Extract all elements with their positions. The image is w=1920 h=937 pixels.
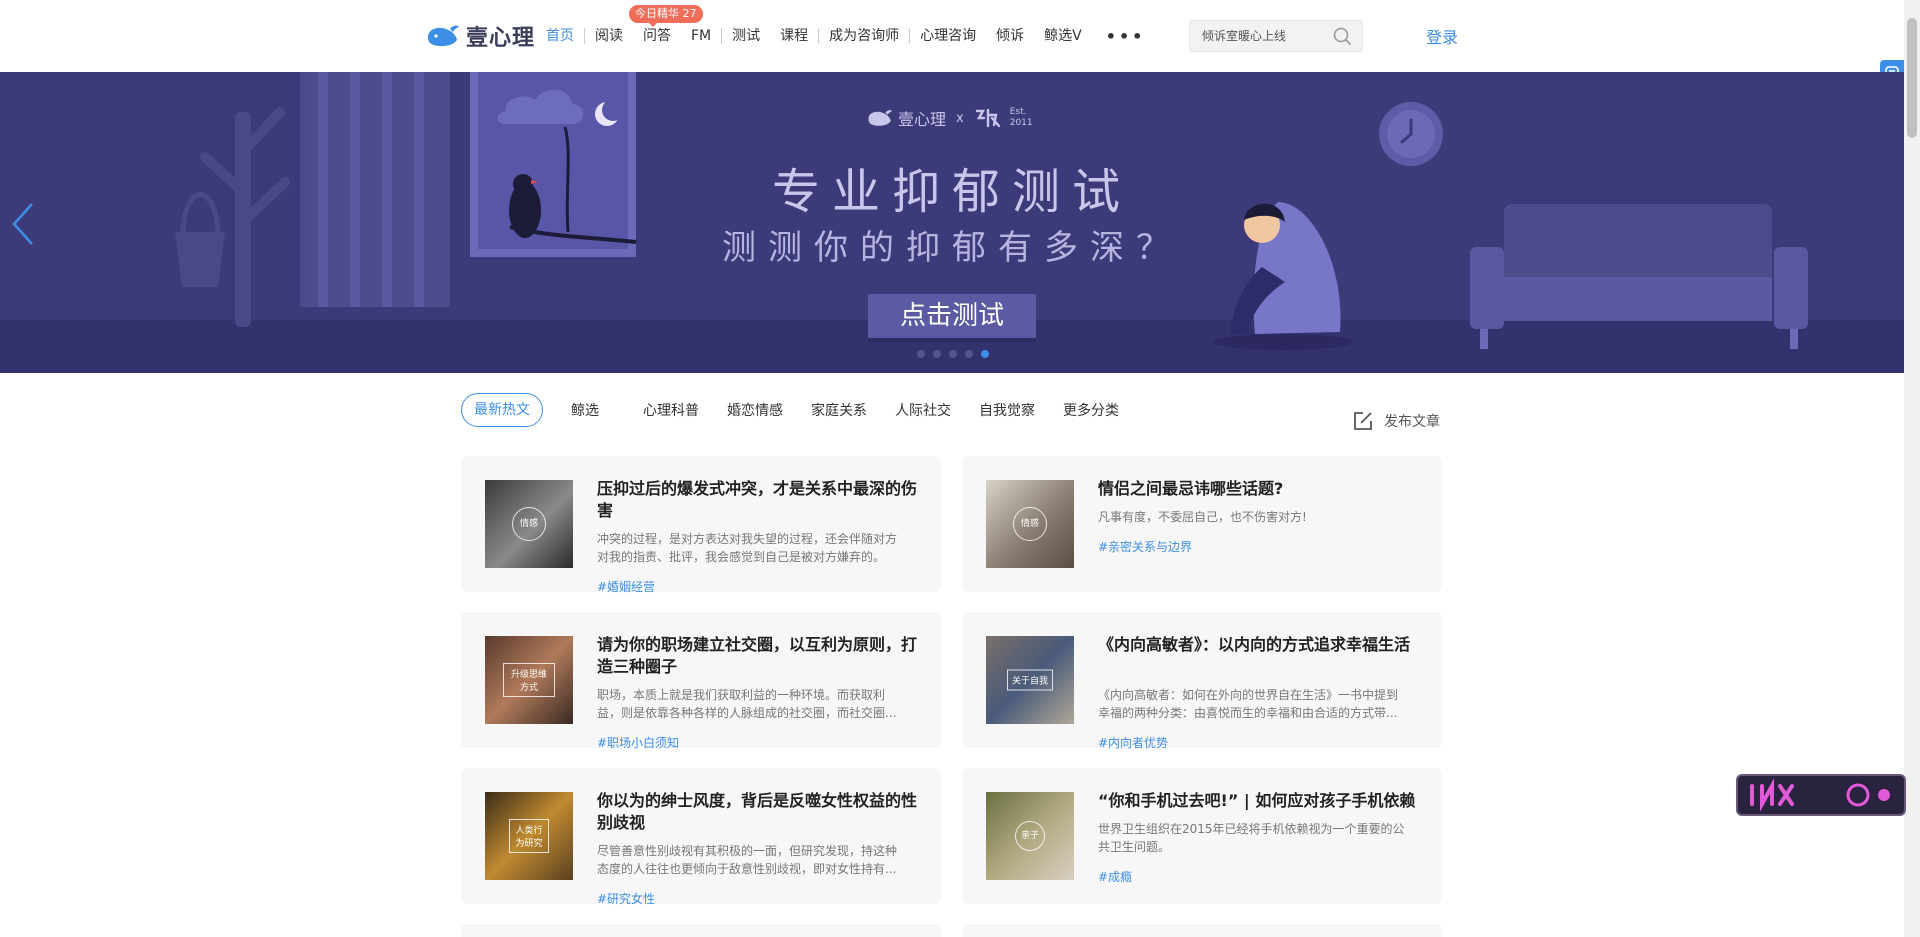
article-card[interactable]: 升级思维方式 请为你的职场建立社交圈，以互利为原则，打造三种圈子 职场，本质上就… bbox=[461, 612, 941, 751]
tab-self-awareness[interactable]: 自我觉察 bbox=[979, 400, 1035, 420]
nav-read[interactable]: 阅读 bbox=[585, 22, 633, 50]
tab-more-categories[interactable]: 更多分类 bbox=[1063, 400, 1119, 420]
nav-test[interactable]: 测试 bbox=[722, 22, 770, 50]
search-icon[interactable] bbox=[1332, 26, 1352, 46]
article-title[interactable]: 压抑过后的爆发式冲突，才是关系中最深的伤害 bbox=[597, 478, 917, 522]
article-title[interactable]: 请为你的职场建立社交圈，以互利为原则，打造三种圈子 bbox=[597, 634, 917, 678]
article-summary: 《内向高敏者：如何在外向的世界自在生活》一书中提到幸福的两种分类：由喜悦而生的幸… bbox=[1098, 688, 1399, 720]
article-thumbnail: 关于自我 bbox=[986, 636, 1074, 724]
nav-confide[interactable]: 倾诉 bbox=[986, 22, 1034, 50]
publish-article-button[interactable]: 发布文章 bbox=[1352, 410, 1440, 432]
article-title[interactable]: “你和手机过去吧!” | 如何应对孩子手机依赖 bbox=[1098, 790, 1418, 812]
banner-brand: 壹心理 x Est. 2011 bbox=[866, 106, 1033, 130]
scrollbar-thumb[interactable] bbox=[1907, 18, 1917, 138]
article-title[interactable]: 《内向高敏者》：以内向的方式追求幸福生活 bbox=[1098, 634, 1418, 656]
article-summary: 尽管善意性别歧视有其积极的一面，但研究发现，持这种态度的人往往也更倾向于敌意性别… bbox=[597, 844, 898, 876]
carousel-dot[interactable] bbox=[917, 350, 925, 358]
article-card[interactable]: 情感 情侣之间最忌讳哪些话题? 凡事有度，不委屈自己，也不伤害对方! #亲密关系… bbox=[962, 456, 1442, 592]
est-line-2: 2011 bbox=[1009, 118, 1033, 128]
article-thumbnail: 情感 bbox=[485, 480, 573, 568]
article-thumbnail: 升级思维方式 bbox=[485, 636, 573, 724]
article-card[interactable] bbox=[962, 924, 1442, 937]
tab-love[interactable]: 婚恋情感 bbox=[727, 400, 783, 420]
nav-become-counselor[interactable]: 成为咨询师 bbox=[819, 22, 909, 50]
article-card[interactable]: 亲子 “你和手机过去吧!” | 如何应对孩子手机依赖 世界卫生组织在2015年已… bbox=[962, 768, 1442, 904]
article-thumbnail: 亲子 bbox=[986, 792, 1074, 880]
login-link[interactable]: 登录 bbox=[1426, 24, 1458, 48]
carousel-dot[interactable] bbox=[949, 350, 957, 358]
thumbnail-label: 情感 bbox=[1013, 507, 1047, 541]
banner-title: 专业抑郁测试 bbox=[771, 164, 1132, 220]
article-thumbnail: 情感 bbox=[986, 480, 1074, 568]
article-tag[interactable]: #职场小白须知 bbox=[597, 734, 679, 751]
article-card[interactable] bbox=[461, 924, 941, 937]
banner-est: Est. 2011 bbox=[1010, 107, 1033, 129]
carousel-dot[interactable] bbox=[965, 350, 973, 358]
article-card[interactable]: 关于自我 《内向高敏者》：以内向的方式追求幸福生活 《内向高敏者：如何在外向的世… bbox=[962, 612, 1442, 751]
nav-home[interactable]: 首页 bbox=[536, 22, 584, 50]
thumbnail-label: 亲子 bbox=[1015, 821, 1045, 851]
nav-jingxuan-v[interactable]: 鲸选V bbox=[1034, 22, 1092, 50]
daily-essence-badge: 今日精华 27 bbox=[629, 5, 703, 27]
thumbnail-label: 关于自我 bbox=[1006, 669, 1054, 691]
thumbnail-label: 人类行为研究 bbox=[509, 819, 549, 853]
game-badge-icon bbox=[1750, 778, 1890, 812]
tab-jingxuan[interactable]: 鲸选 bbox=[571, 400, 599, 420]
article-tag[interactable]: #成瘾 bbox=[1098, 868, 1132, 885]
article-tag[interactable]: #内向者优势 bbox=[1098, 734, 1168, 751]
nav-fm[interactable]: FM bbox=[681, 22, 721, 50]
thumbnail-label: 情感 bbox=[512, 507, 546, 541]
carousel-indicators bbox=[917, 350, 989, 358]
carousel-dot[interactable] bbox=[933, 350, 941, 358]
whale-logo-icon bbox=[428, 25, 459, 47]
hero-banner[interactable]: 壹心理 x Est. 2011 专业抑郁测试 测测你的抑郁有多深？ 点击测试 bbox=[0, 72, 1904, 373]
nav-more-button[interactable]: ••• bbox=[1092, 27, 1160, 46]
floating-game-badge[interactable] bbox=[1736, 774, 1906, 816]
article-title[interactable]: 情侣之间最忌讳哪些话题? bbox=[1098, 478, 1418, 500]
publish-article-label: 发布文章 bbox=[1384, 414, 1440, 430]
search-input[interactable] bbox=[1200, 28, 1320, 44]
tab-psychology[interactable]: 心理科普 bbox=[643, 400, 699, 420]
article-card[interactable]: 情感 压抑过后的爆发式冲突，才是关系中最深的伤害 冲突的过程，是对方表达对我失望… bbox=[461, 456, 941, 595]
partner-logo-icon bbox=[975, 108, 1000, 128]
article-thumbnail: 人类行为研究 bbox=[485, 792, 573, 880]
site-logo[interactable]: 壹心理 bbox=[426, 20, 535, 52]
tab-social[interactable]: 人际社交 bbox=[895, 400, 951, 420]
top-header: 壹心理 首页 阅读 问答 今日精华 27 FM 测试 课程 成为咨询师 心理咨询… bbox=[0, 0, 1904, 72]
article-title[interactable]: 你以为的绅士风度，背后是反噬女性权益的性别歧视 bbox=[597, 790, 917, 834]
nav-counseling[interactable]: 心理咨询 bbox=[910, 22, 986, 50]
edit-icon bbox=[1354, 412, 1372, 430]
banner-brand-text: 壹心理 bbox=[898, 110, 947, 129]
nav-qa[interactable]: 问答 今日精华 27 bbox=[629, 5, 703, 50]
banner-subtitle: 测测你的抑郁有多深？ bbox=[722, 228, 1182, 268]
main-nav: 首页 阅读 问答 今日精华 27 FM 测试 课程 成为咨询师 心理咨询 倾诉 … bbox=[536, 5, 1160, 50]
start-test-button[interactable]: 点击测试 bbox=[868, 294, 1036, 338]
tab-latest[interactable]: 最新热文 bbox=[461, 393, 543, 427]
article-summary: 世界卫生组织在2015年已经将手机依赖视为一个重要的公共卫生问题。 bbox=[1098, 822, 1405, 854]
tab-family[interactable]: 家庭关系 bbox=[811, 400, 867, 420]
carousel-prev-arrow-icon[interactable] bbox=[10, 200, 36, 248]
page-scrollbar[interactable] bbox=[1904, 0, 1920, 937]
article-summary: 职场，本质上就是我们获取利益的一种环境。而获取利益，则是依靠各种各样的人脉组成的… bbox=[597, 688, 897, 720]
carousel-dot-active[interactable] bbox=[981, 350, 989, 358]
est-line-1: Est. bbox=[1009, 107, 1027, 117]
logo-text: 壹心理 bbox=[466, 26, 536, 51]
article-tag[interactable]: #研究女性 bbox=[597, 890, 655, 907]
article-tag[interactable]: #亲密关系与边界 bbox=[1098, 538, 1192, 555]
article-card[interactable]: 人类行为研究 你以为的绅士风度，背后是反噬女性权益的性别歧视 尽管善意性别歧视有… bbox=[461, 768, 941, 907]
nav-qa-label: 问答 bbox=[643, 28, 671, 44]
whale-logo-icon bbox=[868, 110, 893, 126]
article-tag[interactable]: #婚姻经营 bbox=[597, 578, 655, 595]
banner-brand-x: x bbox=[956, 110, 964, 126]
article-summary: 冲突的过程，是对方表达对我失望的过程，还会伴随对方对我的指责、批评，我会感觉到自… bbox=[597, 532, 898, 564]
search-box bbox=[1189, 20, 1363, 52]
thumbnail-label: 升级思维方式 bbox=[503, 663, 555, 697]
category-tabs: 最新热文 鲸选 心理科普 婚恋情感 家庭关系 人际社交 自我觉察 更多分类 bbox=[461, 393, 1147, 427]
nav-course[interactable]: 课程 bbox=[770, 22, 818, 50]
